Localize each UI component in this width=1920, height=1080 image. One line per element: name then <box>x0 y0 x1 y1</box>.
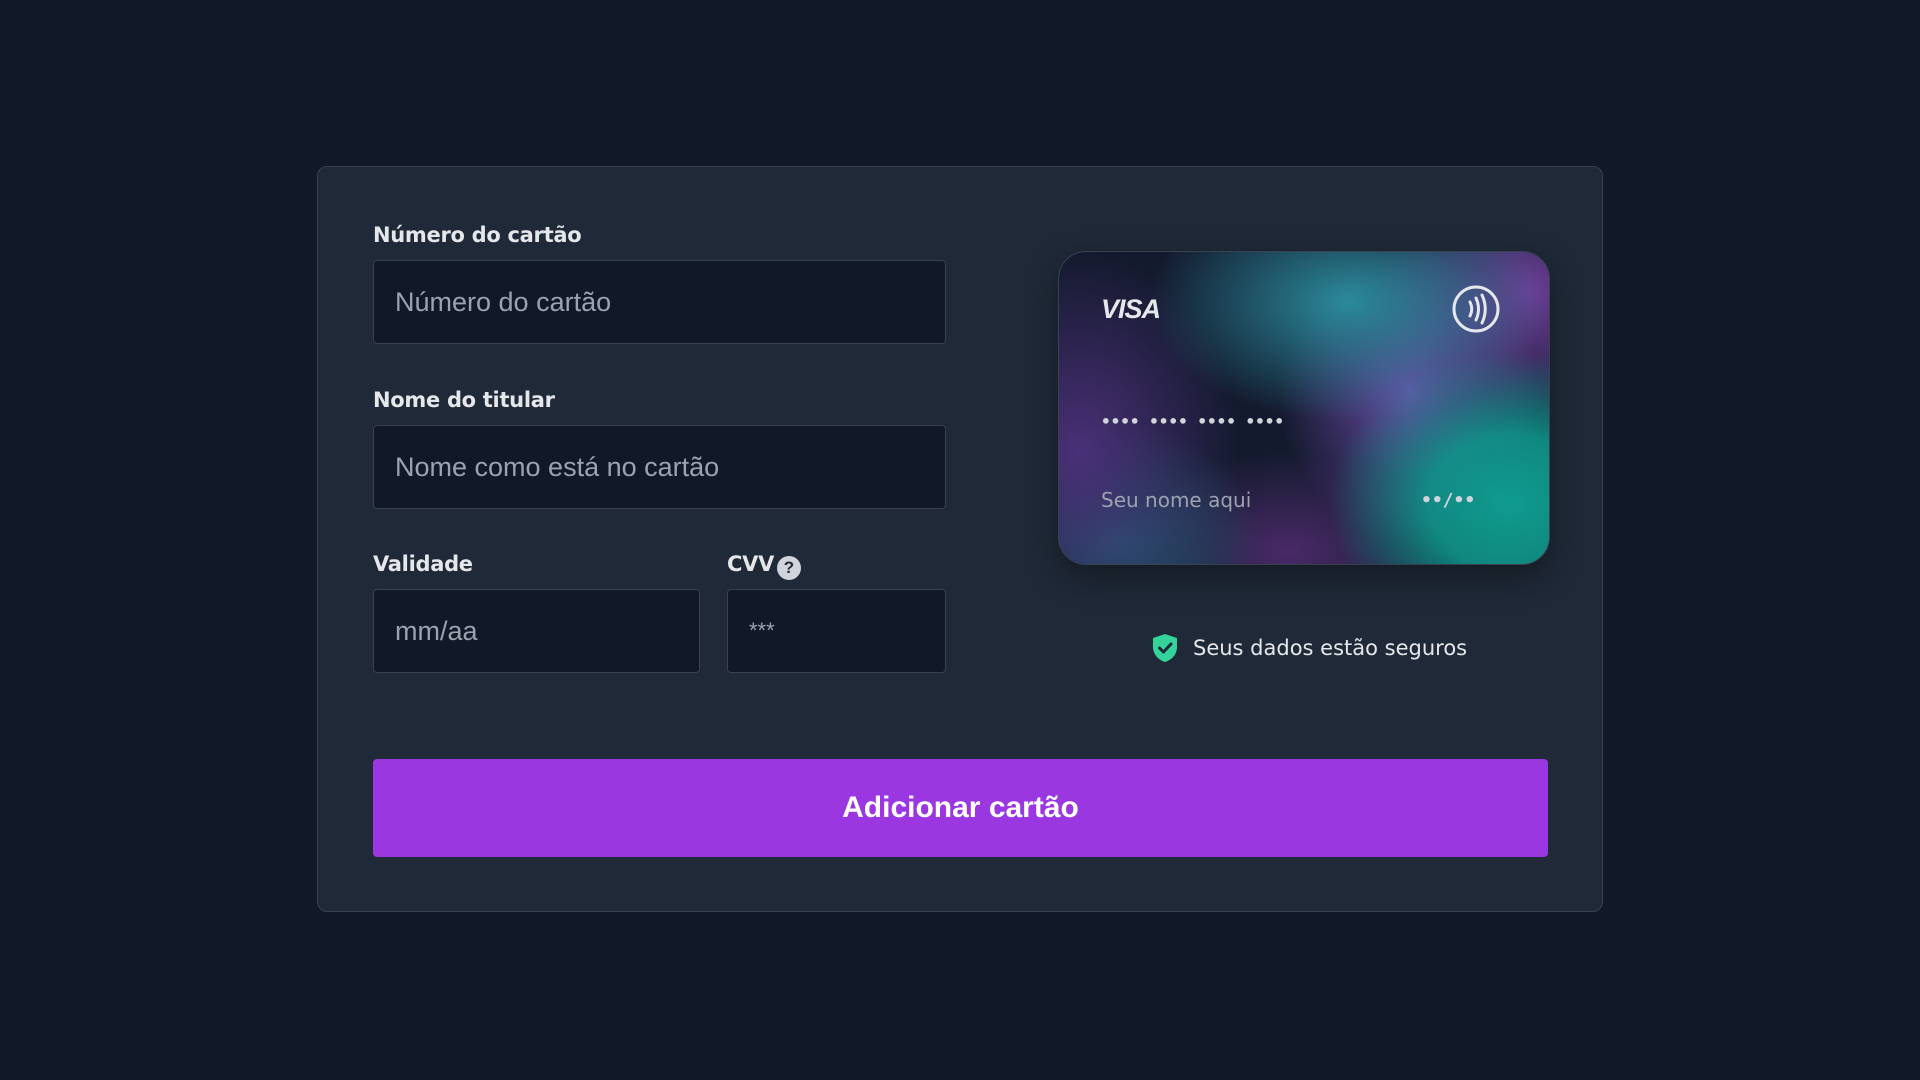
card-expiry-preview: ••/•• <box>1421 490 1476 511</box>
card-preview: VISA •••• •••• •••• •••• Seu nome aqui •… <box>1058 251 1550 565</box>
cvv-input[interactable] <box>727 589 946 673</box>
add-card-panel: Número do cartão Nome do titular Validad… <box>317 166 1603 912</box>
card-number-input[interactable] <box>373 260 946 344</box>
add-card-button[interactable]: Adicionar cartão <box>373 759 1548 857</box>
card-number-label: Número do cartão <box>373 223 582 247</box>
cvv-label: CVV <box>727 552 775 576</box>
card-number-preview: •••• •••• •••• •••• <box>1101 412 1285 431</box>
security-note: Seus dados estão seguros <box>1151 633 1467 663</box>
contactless-icon <box>1452 285 1500 333</box>
visa-logo: VISA <box>1101 294 1161 324</box>
expiry-label: Validade <box>373 552 473 576</box>
holder-name-input[interactable] <box>373 425 946 509</box>
expiry-input[interactable] <box>373 589 700 673</box>
shield-check-icon <box>1153 634 1177 662</box>
help-icon[interactable]: ? <box>777 556 801 580</box>
holder-name-label: Nome do titular <box>373 388 555 412</box>
card-holder-preview: Seu nome aqui <box>1101 488 1252 512</box>
security-note-text: Seus dados estão seguros <box>1193 636 1468 660</box>
